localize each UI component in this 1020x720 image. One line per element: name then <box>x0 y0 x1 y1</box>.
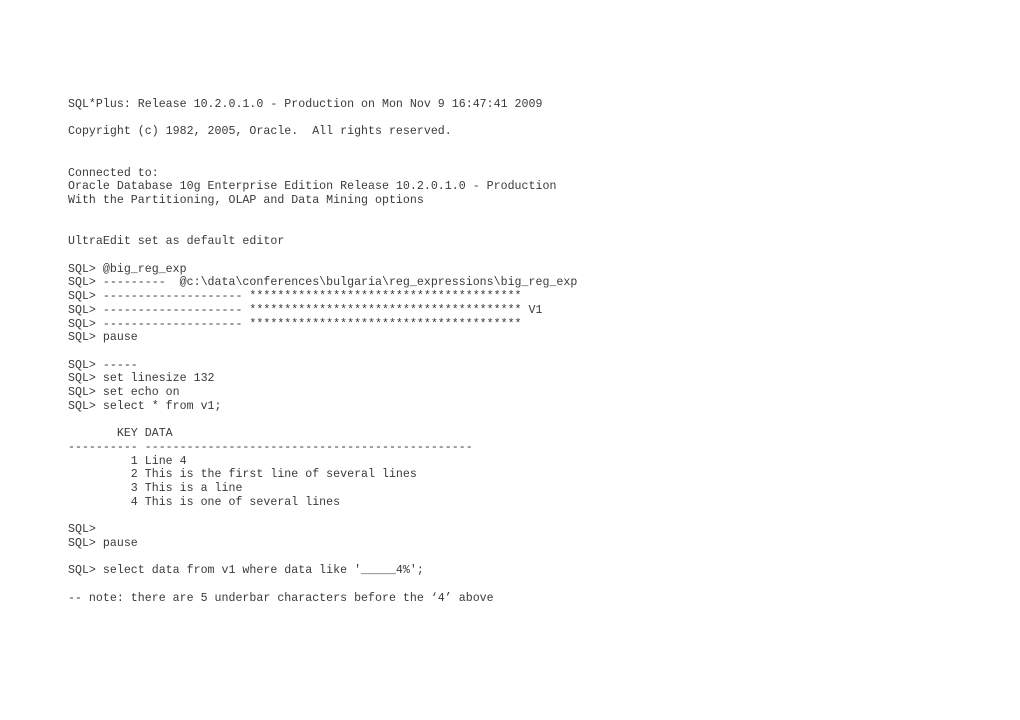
terminal-transcript-page: SQL*Plus: Release 10.2.0.1.0 - Productio… <box>0 0 1020 720</box>
terminal-line-banner-copyright: Copyright (c) 1982, 2005, Oracle. All ri… <box>68 125 452 139</box>
terminal-line-cmd-pause-1: SQL> pause <box>68 331 138 345</box>
terminal-line-cmd-set-echo: SQL> set echo on <box>68 386 180 400</box>
terminal-line-cmd-run-script: SQL> @big_reg_exp <box>68 262 187 276</box>
terminal-line-comment-note: -- note: there are 5 underbar characters… <box>68 591 494 605</box>
terminal-line-echo-script-path: SQL> --------- @c:\data\conferences\bulg… <box>68 276 578 290</box>
terminal-line-table-row-3: 3 This is a line <box>68 482 243 496</box>
terminal-line-table-row-4: 4 This is one of several lines <box>68 495 341 509</box>
terminal-line-echo-dashes-short: SQL> ----- <box>68 358 138 372</box>
terminal-line-cmd-set-linesize: SQL> set linesize 132 <box>68 372 215 386</box>
terminal-line-echo-stars-2: SQL> -------------------- **************… <box>68 317 522 331</box>
terminal-line-cmd-select-like: SQL> select data from v1 where data like… <box>68 564 424 578</box>
terminal-line-table-row-2: 2 This is the first line of several line… <box>68 468 417 482</box>
terminal-line-db-options: With the Partitioning, OLAP and Data Min… <box>68 194 424 208</box>
terminal-line-table-row-1: 1 Line 4 <box>68 454 187 468</box>
terminal-line-db-version: Oracle Database 10g Enterprise Edition R… <box>68 180 557 194</box>
terminal-line-prompt-empty: SQL> <box>68 523 96 537</box>
terminal-line-connected-to: Connected to: <box>68 166 159 180</box>
terminal-line-editor-notice: UltraEdit set as default editor <box>68 235 285 249</box>
terminal-line-echo-stars-v1: SQL> -------------------- **************… <box>68 303 543 317</box>
terminal-output: SQL*Plus: Release 10.2.0.1.0 - Productio… <box>68 98 968 606</box>
terminal-line-banner-release: SQL*Plus: Release 10.2.0.1.0 - Productio… <box>68 98 543 111</box>
terminal-line-table-header: KEY DATA <box>68 427 173 441</box>
terminal-line-cmd-select-all: SQL> select * from v1; <box>68 399 222 413</box>
terminal-line-echo-stars-1: SQL> -------------------- **************… <box>68 290 522 304</box>
terminal-line-cmd-pause-2: SQL> pause <box>68 537 138 550</box>
terminal-line-table-rule: ---------- -----------------------------… <box>68 440 473 454</box>
